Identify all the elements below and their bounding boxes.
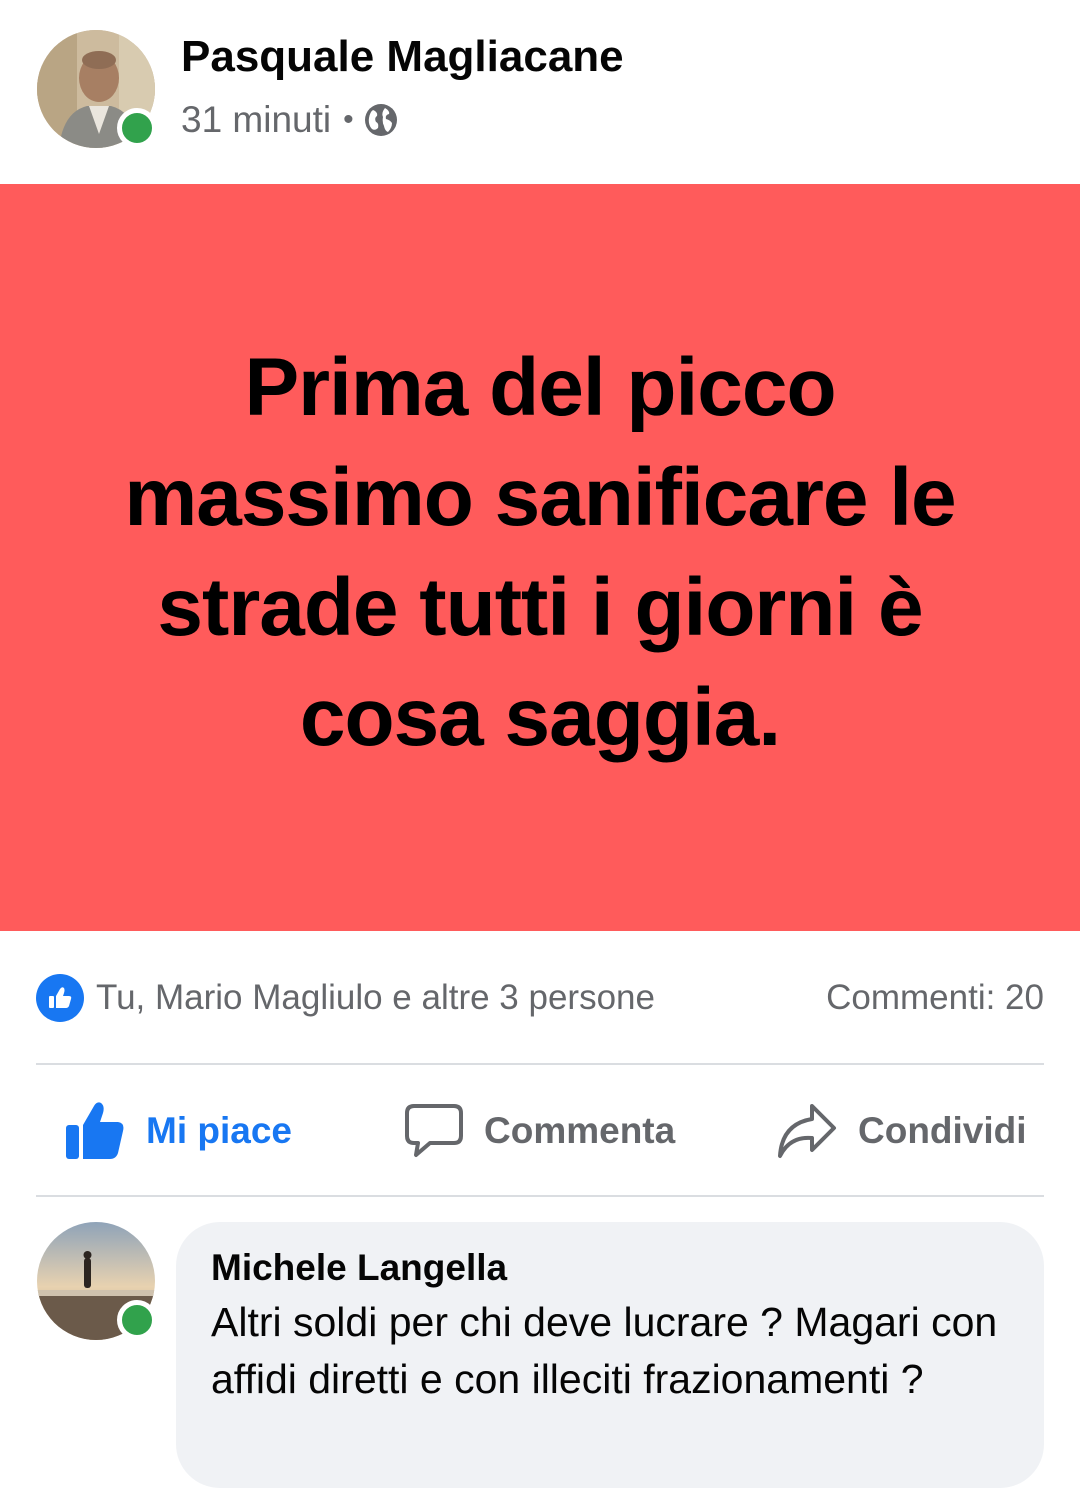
like-button[interactable]: Mi piace: [64, 1101, 292, 1161]
share-arrow-icon: [778, 1104, 836, 1158]
post-text-card[interactable]: Prima del picco massimo sanificare le st…: [0, 184, 1080, 931]
speech-bubble-icon: [405, 1104, 463, 1157]
commenter-avatar[interactable]: [37, 1222, 157, 1340]
comment-button[interactable]: Commenta: [404, 1102, 675, 1160]
post-author-name[interactable]: Pasquale Magliacane: [181, 32, 624, 82]
share-button[interactable]: Condividi: [776, 1102, 1027, 1160]
online-status-indicator: [117, 108, 157, 148]
post-meta: 31 minuti •: [181, 98, 398, 142]
share-button-label: Condividi: [858, 1110, 1027, 1151]
post-header: Pasquale Magliacane 31 minuti •: [0, 0, 1080, 184]
post-actions: Mi piace Commenta Condividi: [36, 1066, 1044, 1196]
divider: [36, 1195, 1044, 1197]
reactions-text: Tu, Mario Magliulo e altre 3 persone: [96, 978, 655, 1017]
meta-separator: •: [343, 103, 354, 136]
comment-button-label: Commenta: [484, 1110, 676, 1151]
post-text: Prima del picco massimo sanificare le st…: [124, 341, 956, 763]
comment-author-name[interactable]: Michele Langella: [211, 1244, 1010, 1292]
post-timestamp[interactable]: 31 minuti: [181, 99, 331, 141]
divider: [36, 1063, 1044, 1065]
thumbs-up-icon: [66, 1102, 124, 1159]
reactions-summary: Tu, Mario Magliulo e altre 3 persone Com…: [36, 970, 1044, 1026]
like-reaction-icon: [36, 974, 84, 1022]
comment-bubble[interactable]: Michele Langella Altri soldi per chi dev…: [176, 1222, 1044, 1488]
like-button-label: Mi piace: [146, 1110, 292, 1151]
reactions-left[interactable]: Tu, Mario Magliulo e altre 3 persone: [36, 974, 655, 1022]
comment-text: Altri soldi per chi deve lucrare ? Magar…: [211, 1299, 998, 1402]
commenter-online-indicator: [117, 1300, 157, 1340]
globe-icon[interactable]: [364, 103, 398, 137]
comments-count[interactable]: Commenti: 20: [826, 978, 1044, 1018]
author-avatar[interactable]: [37, 30, 157, 148]
